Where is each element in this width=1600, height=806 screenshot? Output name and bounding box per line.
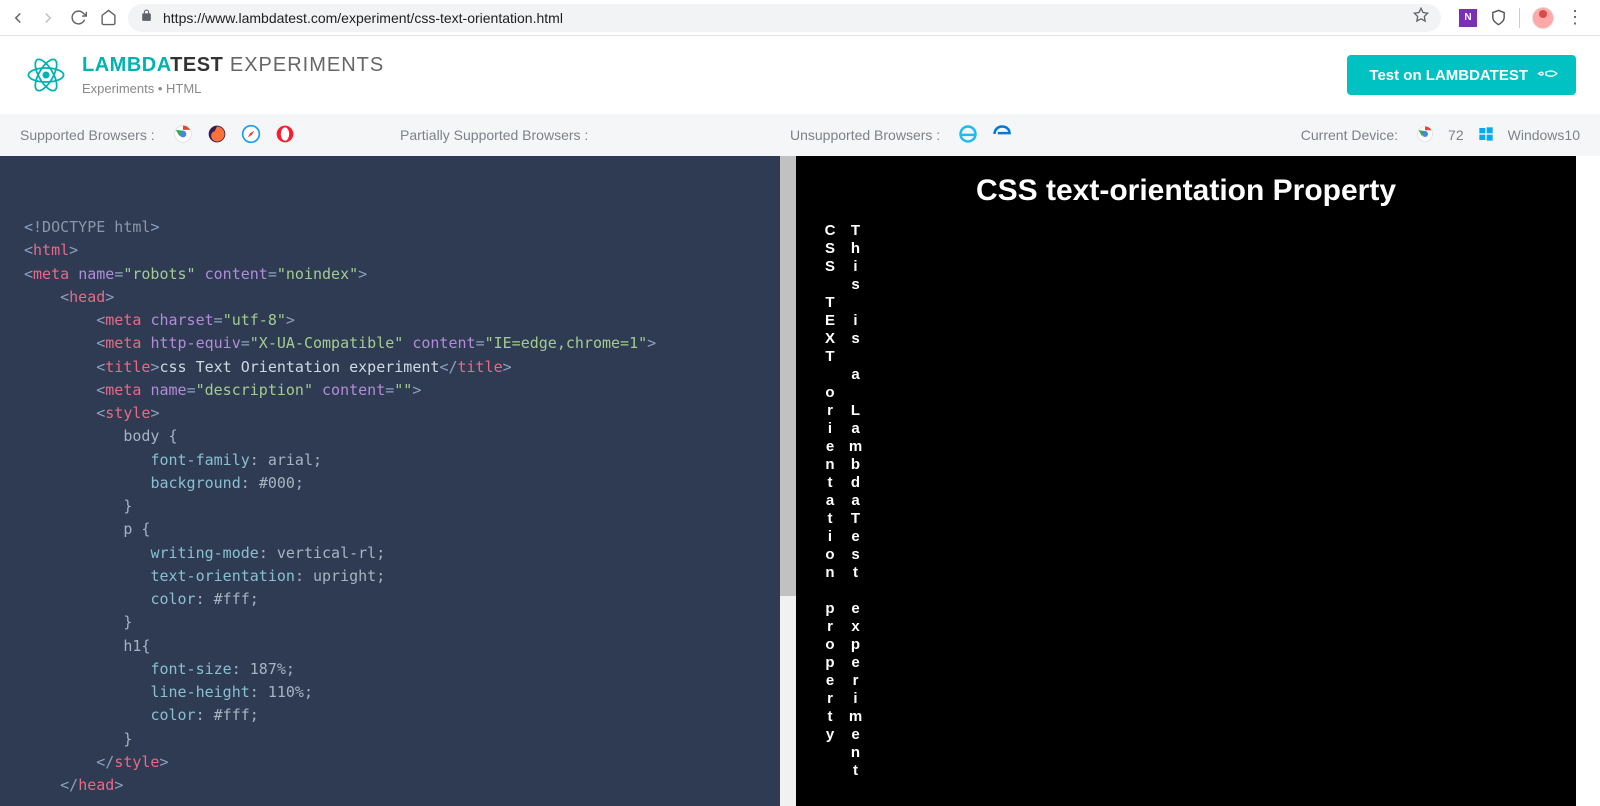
more-menu-icon[interactable]: ⋮ bbox=[1566, 7, 1584, 28]
brand-test: TEST bbox=[170, 54, 223, 76]
partially-supported-group: Partially Supported Browsers : bbox=[400, 127, 790, 143]
preview-body: CSS TEXT orientation property This is a … bbox=[796, 222, 1576, 780]
device-version: 72 bbox=[1448, 127, 1464, 143]
bookmark-star-icon[interactable] bbox=[1413, 7, 1429, 28]
safari-icon bbox=[241, 124, 261, 147]
chrome-icon bbox=[1416, 125, 1434, 146]
address-bar[interactable]: https://www.lambdatest.com/experiment/cs… bbox=[128, 4, 1441, 32]
rocket-icon bbox=[1533, 62, 1558, 87]
code-editor-panel[interactable]: <!DOCTYPE html> <html> <meta name="robot… bbox=[0, 156, 780, 806]
back-button[interactable] bbox=[8, 8, 28, 28]
scrollbar-thumb[interactable] bbox=[780, 156, 796, 596]
device-label: Current Device: bbox=[1301, 127, 1398, 143]
firefox-icon bbox=[207, 124, 227, 147]
brand: LAMBDATEST EXPERIMENTS Experiments • HTM… bbox=[24, 53, 384, 97]
ie-icon bbox=[958, 124, 978, 147]
main-content: <!DOCTYPE html> <html> <meta name="robot… bbox=[0, 156, 1600, 806]
brand-lambda: LAMBDA bbox=[82, 54, 170, 76]
home-button[interactable] bbox=[98, 8, 118, 28]
onenote-extension-icon[interactable]: N bbox=[1459, 9, 1477, 27]
unsupported-label: Unsupported Browsers : bbox=[790, 127, 940, 143]
edge-icon bbox=[992, 124, 1012, 147]
supported-label: Supported Browsers : bbox=[20, 127, 155, 143]
extension-icons: N ⋮ bbox=[1451, 7, 1592, 29]
cta-label: Test on LAMBDATEST bbox=[1369, 67, 1528, 84]
browser-support-bar: Supported Browsers : Partially Supported… bbox=[0, 114, 1600, 156]
url-text: https://www.lambdatest.com/experiment/cs… bbox=[163, 10, 1403, 26]
preview-heading: CSS text-orientation Property bbox=[796, 174, 1576, 208]
lambdatest-logo-icon bbox=[24, 53, 68, 97]
preview-panel: CSS text-orientation Property CSS TEXT o… bbox=[796, 156, 1576, 806]
windows-icon bbox=[1478, 126, 1494, 145]
site-header: LAMBDATEST EXPERIMENTS Experiments • HTM… bbox=[0, 36, 1600, 114]
profile-avatar[interactable] bbox=[1532, 7, 1554, 29]
separator bbox=[1519, 8, 1520, 28]
shield-extension-icon[interactable] bbox=[1489, 9, 1507, 27]
opera-icon bbox=[275, 124, 295, 147]
test-on-lambdatest-button[interactable]: Test on LAMBDATEST bbox=[1347, 55, 1576, 95]
supported-browsers-group: Supported Browsers : bbox=[20, 124, 400, 147]
preview-paragraph-1: CSS TEXT orientation property bbox=[820, 222, 840, 780]
partial-label: Partially Supported Browsers : bbox=[400, 127, 588, 143]
code-content: <!DOCTYPE html> <html> <meta name="robot… bbox=[0, 156, 780, 806]
reload-button[interactable] bbox=[68, 8, 88, 28]
device-os: Windows10 bbox=[1508, 127, 1580, 143]
brand-experiments: EXPERIMENTS bbox=[223, 54, 384, 76]
brand-subtitle: Experiments • HTML bbox=[82, 81, 384, 96]
current-device-group: Current Device: 72 Windows10 bbox=[1301, 125, 1580, 146]
forward-button[interactable] bbox=[38, 8, 58, 28]
unsupported-browsers-group: Unsupported Browsers : bbox=[790, 124, 1190, 147]
chrome-icon bbox=[173, 124, 193, 147]
browser-toolbar: https://www.lambdatest.com/experiment/cs… bbox=[0, 0, 1600, 36]
lock-icon bbox=[140, 9, 153, 27]
code-scrollbar[interactable] bbox=[780, 156, 796, 806]
brand-title: LAMBDATEST EXPERIMENTS bbox=[82, 54, 384, 77]
preview-paragraph-2: This is a LambdaTest experiment bbox=[846, 222, 866, 780]
